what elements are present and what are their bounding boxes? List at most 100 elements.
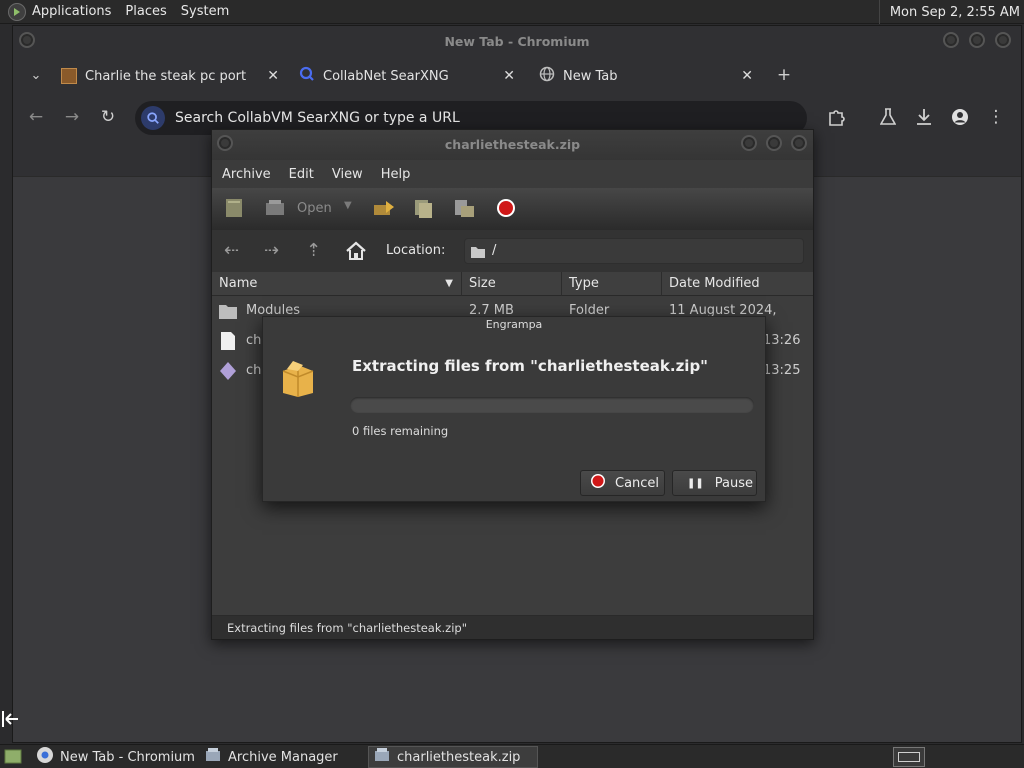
maximize-button[interactable]: [969, 32, 985, 48]
progress-bar: [350, 397, 754, 413]
applications-menu[interactable]: Applications: [32, 4, 111, 19]
new-archive-icon[interactable]: [223, 197, 247, 221]
stop-icon: [590, 473, 606, 493]
column-date[interactable]: Date Modified: [662, 272, 813, 296]
menu-kebab-icon[interactable]: ⋮: [985, 106, 1007, 128]
taskbar-item-chromium[interactable]: New Tab - Chromium: [36, 746, 200, 768]
engrampa-menubar: Archive Edit View Help: [212, 160, 813, 188]
top-panel: Applications Places System Mon Sep 2, 2:…: [0, 0, 1024, 24]
add-files-icon[interactable]: [412, 197, 436, 221]
minimize-button[interactable]: [943, 32, 959, 48]
row-date: 13:25: [763, 363, 801, 378]
column-name-label: Name: [219, 276, 258, 291]
extensions-puzzle-icon[interactable]: [825, 106, 847, 128]
window-menu-button[interactable]: [19, 32, 35, 48]
tab-search-chevron-icon[interactable]: ⌄: [25, 64, 47, 86]
dialog-heading: Extracting files from "charliethesteak.z…: [352, 357, 708, 375]
tab-strip: ⌄ Charlie the steak pc port by i ✕ Colla…: [13, 60, 1021, 92]
taskbar-item-charliethesteak[interactable]: charliethesteak.zip: [368, 746, 538, 768]
extract-icon[interactable]: [372, 197, 396, 221]
tab-close-icon[interactable]: ✕: [503, 68, 515, 84]
new-tab-plus-icon[interactable]: +: [773, 64, 795, 86]
close-button[interactable]: [791, 135, 807, 151]
chromium-title: New Tab - Chromium: [444, 34, 590, 49]
download-icon[interactable]: [913, 106, 935, 128]
search-favicon-icon: [299, 66, 315, 86]
dialog-title: Engrampa: [485, 318, 543, 331]
open-dropdown-chevron-icon[interactable]: ▼: [344, 200, 352, 211]
cursor-icon: [2, 710, 20, 732]
top-menu: Applications Places System: [0, 0, 243, 24]
forward-arrow-icon[interactable]: →: [61, 106, 83, 128]
column-type[interactable]: Type: [562, 272, 662, 296]
column-size[interactable]: Size: [462, 272, 562, 296]
taskbar-label: Archive Manager: [228, 749, 338, 765]
location-value: /: [492, 243, 497, 258]
add-folder-icon[interactable]: [452, 197, 476, 221]
game-favicon-icon: [61, 68, 77, 84]
row-date: 13:26: [763, 333, 801, 348]
engrampa-title: charliethesteak.zip: [444, 137, 581, 152]
up-arrow-icon[interactable]: ⇡: [306, 240, 321, 261]
globe-icon: [539, 66, 555, 86]
pause-icon: ❚❚: [687, 477, 704, 489]
minimize-button[interactable]: [741, 135, 757, 151]
open-button-label[interactable]: Open: [297, 201, 332, 216]
system-menu[interactable]: System: [181, 4, 229, 19]
clock[interactable]: Mon Sep 2, 2:55 AM: [878, 0, 1020, 24]
tab-charlie[interactable]: Charlie the steak pc port by i ✕: [61, 60, 279, 92]
location-label: Location:: [386, 243, 446, 258]
location-bar: ⇠ ⇢ ⇡ Location: /: [212, 230, 813, 272]
maximize-button[interactable]: [766, 135, 782, 151]
profile-avatar-icon[interactable]: [949, 106, 971, 128]
back-arrow-icon[interactable]: ←: [25, 106, 47, 128]
column-name[interactable]: Name ▼: [212, 272, 462, 296]
show-desktop-icon[interactable]: [4, 749, 22, 768]
extract-progress-dialog: Engrampa Extracting files from "charliet…: [262, 316, 766, 502]
distro-logo-icon[interactable]: [8, 2, 26, 21]
exe-icon: [219, 361, 237, 385]
tab-close-icon[interactable]: ✕: [267, 68, 279, 84]
taskbar-item-archive-manager[interactable]: Archive Manager: [204, 746, 364, 768]
engrampa-titlebar[interactable]: charliethesteak.zip: [212, 130, 813, 160]
menu-edit[interactable]: Edit: [289, 167, 314, 182]
chromium-titlebar[interactable]: New Tab - Chromium: [13, 26, 1021, 58]
tab-label: New Tab: [563, 68, 618, 84]
close-button[interactable]: [995, 32, 1011, 48]
bottom-panel: New Tab - Chromium Archive Manager charl…: [0, 744, 1024, 768]
tab-new-tab[interactable]: New Tab ✕: [539, 60, 753, 92]
workspace-switcher-icon[interactable]: [893, 747, 925, 767]
menu-view[interactable]: View: [332, 167, 363, 182]
window-menu-button[interactable]: [217, 135, 233, 151]
file-icon: [220, 331, 236, 355]
search-engine-icon: [141, 106, 165, 130]
tab-searxng[interactable]: CollabNet SearXNG ✕: [299, 60, 515, 92]
tab-close-icon[interactable]: ✕: [741, 68, 753, 84]
labs-flask-icon[interactable]: [877, 106, 899, 128]
places-menu[interactable]: Places: [125, 4, 166, 19]
reload-icon[interactable]: ↻: [97, 106, 119, 128]
menu-help[interactable]: Help: [381, 167, 411, 182]
files-remaining: 0 files remaining: [352, 424, 449, 438]
stop-icon[interactable]: [495, 197, 519, 221]
forward-arrow-icon[interactable]: ⇢: [264, 240, 279, 261]
home-icon[interactable]: [345, 241, 367, 265]
taskbar-label: New Tab - Chromium: [60, 749, 195, 765]
open-archive-icon[interactable]: [264, 197, 288, 221]
menu-archive[interactable]: Archive: [222, 167, 271, 182]
folder-icon: [470, 244, 486, 263]
archive-icon: [204, 746, 222, 768]
archive-icon: [373, 746, 391, 768]
sort-down-arrow-icon: ▼: [445, 278, 453, 289]
engrampa-toolbar: Open ▼: [212, 188, 813, 230]
tab-label: Charlie the steak pc port by i: [85, 68, 249, 84]
back-arrow-icon[interactable]: ⇠: [224, 240, 239, 261]
file-list-header: Name ▼ Size Type Date Modified: [212, 272, 813, 296]
package-icon: [279, 359, 317, 403]
pause-button[interactable]: ❚❚ Pause: [672, 470, 757, 496]
chromium-icon: [36, 746, 54, 768]
status-bar: Extracting files from "charliethesteak.z…: [212, 615, 813, 639]
cancel-button[interactable]: Cancel: [580, 470, 665, 496]
location-field[interactable]: /: [464, 238, 804, 264]
cancel-label: Cancel: [615, 475, 660, 491]
